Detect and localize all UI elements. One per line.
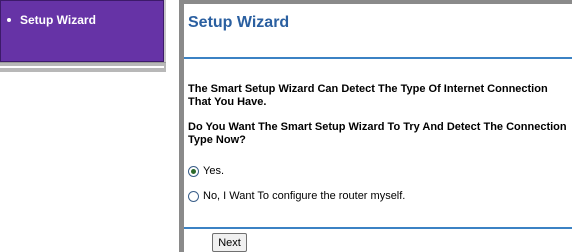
description-text: The Smart Setup Wizard Can Detect The Ty… <box>188 83 548 108</box>
question-text: Do You Want The Smart Setup Wizard To Tr… <box>188 121 567 146</box>
radio-label-no: No, I Want To configure the router mysel… <box>203 190 406 202</box>
divider-bottom <box>184 227 572 229</box>
page-title: Setup Wizard <box>188 14 290 31</box>
sidebar: Setup Wizard <box>0 0 166 72</box>
radio-button-no[interactable] <box>188 190 199 202</box>
radio-option-yes[interactable]: Yes. <box>188 165 224 177</box>
main-content: Setup Wizard The Smart Setup Wizard Can … <box>184 4 572 252</box>
bullet-icon <box>7 18 11 22</box>
next-button[interactable]: Next <box>212 233 247 252</box>
sidebar-item-setup-wizard[interactable]: Setup Wizard <box>5 13 96 27</box>
radio-option-no[interactable]: No, I Want To configure the router mysel… <box>188 190 405 202</box>
divider-top <box>184 57 572 59</box>
sidebar-panel: Setup Wizard <box>0 0 164 62</box>
radio-button-yes[interactable] <box>188 165 199 177</box>
radio-label-yes: Yes. <box>203 165 225 177</box>
sidebar-item-label: Setup Wizard <box>20 13 96 27</box>
sidebar-footer-line <box>0 66 164 68</box>
